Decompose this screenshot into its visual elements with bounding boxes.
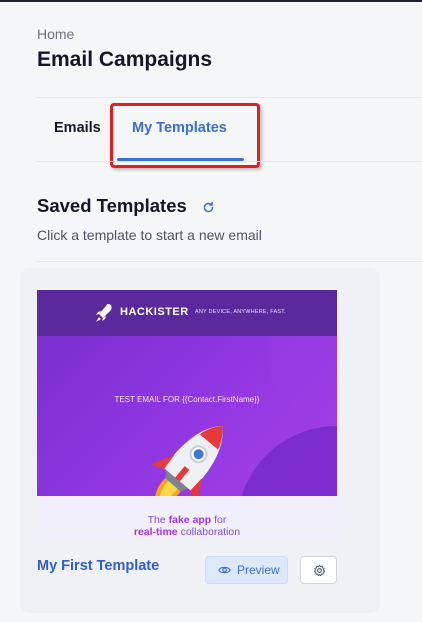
gear-icon (313, 564, 326, 577)
thumbnail-headline: TEST EMAIL FOR {{Contact.FirstName}} (114, 395, 260, 404)
hero-decoration (267, 336, 337, 416)
section-divider (37, 261, 422, 262)
template-settings-button[interactable] (300, 556, 337, 584)
thumbnail-header: HACKISTER ANY DEVICE, ANYWHERE, FAST. (37, 290, 337, 336)
section-subtitle: Click a template to start a new email (37, 227, 262, 243)
eye-icon (218, 566, 231, 574)
thumbnail-footer-line2: real-time collaboration (133, 526, 241, 538)
rocket-illustration-icon (151, 425, 223, 496)
thumbnail-tagline: ANY DEVICE, ANYWHERE, FAST. (195, 309, 286, 315)
template-thumbnail[interactable]: HACKISTER ANY DEVICE, ANYWHERE, FAST. TE… (37, 290, 337, 540)
breadcrumb[interactable]: Home (37, 26, 74, 42)
window-top-border (0, 0, 422, 2)
highlight-annotation-box (110, 103, 260, 168)
preview-button[interactable]: Preview (205, 556, 288, 584)
refresh-icon[interactable] (202, 201, 215, 214)
hero-decoration (237, 426, 337, 496)
page-title: Email Campaigns (37, 48, 213, 71)
rocket-logo-icon (96, 304, 112, 322)
section-title: Saved Templates (37, 195, 187, 216)
template-name-link[interactable]: My First Template (37, 558, 159, 574)
header-divider (37, 97, 422, 98)
tabs-divider (37, 161, 422, 162)
tab-emails[interactable]: Emails (54, 120, 101, 136)
thumbnail-brand: HACKISTER (120, 306, 189, 318)
thumbnail-footer-line1: The fake app for (147, 514, 227, 526)
preview-button-label: Preview (237, 563, 280, 577)
thumbnail-hero: TEST EMAIL FOR {{Contact.FirstName}} (37, 336, 337, 496)
